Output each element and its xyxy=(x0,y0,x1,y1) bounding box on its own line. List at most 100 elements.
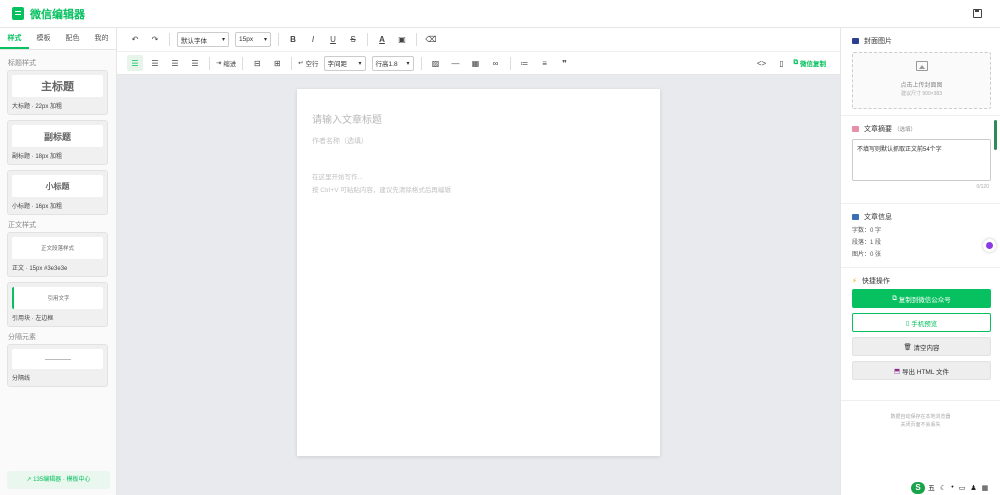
style-card-quote[interactable]: 引用文字 引用块 · 左边框 xyxy=(7,282,108,327)
cover-size-hint: 建议尺寸 900×383 xyxy=(901,91,942,97)
code-view-icon[interactable]: <> xyxy=(754,55,770,71)
toolbar-separator xyxy=(509,56,511,70)
font-family-select[interactable]: 默认字体 ▾ xyxy=(177,32,229,47)
quick-title: 快捷操作 xyxy=(861,278,890,285)
line-height-select[interactable]: 行高1.8 ▾ xyxy=(371,55,414,71)
line-height-value: 行高1.8 xyxy=(375,61,398,68)
align-center-icon[interactable]: ☰ xyxy=(147,55,163,71)
cover-heading: 封面图片 xyxy=(852,36,989,46)
panel-scrollbar[interactable] xyxy=(994,120,997,150)
article-title-input[interactable]: 请输入文章标题 xyxy=(312,111,382,126)
font-color-button[interactable]: A xyxy=(374,32,390,48)
outdent-icon[interactable]: ⊟ xyxy=(249,55,265,71)
strikethrough-button[interactable]: S xyxy=(345,32,361,48)
abstract-textarea[interactable]: 不填写则默认抓取正文前54个字 xyxy=(852,139,991,181)
toolbar-row-1: ↶ ↷ 默认字体 ▾ 15px ▾ B I U S A ▣ ⌫ xyxy=(117,28,840,52)
author-input[interactable]: 作者名称（选填） xyxy=(312,136,368,146)
image-placeholder-icon xyxy=(916,61,928,71)
tab-mine[interactable]: 我的 xyxy=(87,28,116,49)
clear-format-icon[interactable]: ⌫ xyxy=(423,32,439,48)
article-paper[interactable]: 请输入文章标题 作者名称（选填） 在这里开始写作... 按 Ctrl+V 可粘贴… xyxy=(297,89,660,456)
style-card-divider[interactable]: 分隔线 xyxy=(7,344,108,387)
return-icon: ↵ xyxy=(298,60,304,67)
export-html-button[interactable]: ⬒ 导出 HTML 文件 xyxy=(852,361,991,380)
wechat-copy-button[interactable]: ⧉ 微信复制 xyxy=(794,55,826,71)
card-caption: 分隔线 xyxy=(12,376,31,382)
style-tabs: 样式 模板 配色 我的 xyxy=(0,28,116,50)
clear-content-button[interactable]: 🗑 清空内容 xyxy=(852,337,991,356)
indent-button[interactable]: ⇥ 缩进 xyxy=(216,55,236,71)
style-card-h2[interactable]: 副标题 副标题 · 18px 加粗 xyxy=(7,120,108,165)
cover-image-icon xyxy=(852,38,859,44)
export-html-label: 导出 HTML 文件 xyxy=(901,368,950,376)
underline-button[interactable]: U xyxy=(325,32,341,48)
cover-upload-area[interactable]: 点击上传封面图 建议尺寸 900×383 xyxy=(852,52,991,109)
background-color-icon[interactable]: ▣ xyxy=(394,32,410,48)
chart-icon xyxy=(852,214,859,220)
table-icon[interactable]: ▦ xyxy=(468,55,484,71)
image-icon[interactable]: ▨ xyxy=(428,55,444,71)
abstract-counter: 0/120 xyxy=(976,184,989,190)
cover-upload-text: 点击上传封面图 xyxy=(900,83,943,89)
bold-button[interactable]: B xyxy=(285,32,301,48)
horizontal-rule-icon[interactable]: — xyxy=(448,55,464,71)
empty-line-button[interactable]: ↵ 空行 xyxy=(298,55,318,71)
indent-block-icon[interactable]: ⊞ xyxy=(269,55,285,71)
assistant-float-icon[interactable] xyxy=(983,239,996,252)
phone-icon: ▯ xyxy=(905,319,910,327)
top-bar: 微信编辑器 xyxy=(0,0,1000,28)
tab-templates[interactable]: 模板 xyxy=(29,28,58,49)
undo-icon[interactable]: ↶ xyxy=(127,32,143,48)
toolbar-separator xyxy=(242,56,244,70)
template-center-link[interactable]: ↗ 135编辑器 · 模板中心 xyxy=(7,471,110,489)
style-card-h1[interactable]: 主标题 大标题 · 22px 加粗 xyxy=(7,70,108,115)
card-caption: 引用块 · 左边框 xyxy=(12,316,54,322)
bullet-list-icon[interactable]: ≔ xyxy=(517,55,533,71)
info-heading: 文章信息 xyxy=(852,212,989,222)
body-placeholder-line-1[interactable]: 在这里开始写作... xyxy=(312,171,363,181)
moon-icon[interactable]: ☾ xyxy=(940,484,946,492)
mobile-preview-button[interactable]: ▯ 手机预览 xyxy=(852,313,991,332)
redo-icon[interactable]: ↷ xyxy=(147,32,163,48)
save-icon[interactable] xyxy=(973,9,982,18)
italic-button[interactable]: I xyxy=(305,32,321,48)
tab-styles[interactable]: 样式 xyxy=(0,28,29,49)
app-title: 微信编辑器 xyxy=(30,8,85,21)
ime-mode-label[interactable]: 五 xyxy=(928,483,935,493)
quote-icon[interactable]: ❞ xyxy=(557,55,573,71)
section-title-styles: 标题样式 xyxy=(8,60,36,67)
align-right-icon[interactable]: ☰ xyxy=(167,55,183,71)
body-placeholder-line-2[interactable]: 按 Ctrl+V 可粘贴内容，建议先清除格式后再编辑 xyxy=(312,184,451,194)
letter-spacing-select[interactable]: 字间距 ▾ xyxy=(323,55,366,71)
quick-heading: ⚡ 快捷操作 xyxy=(852,276,989,286)
ime-logo[interactable]: S xyxy=(911,481,925,494)
skin-icon[interactable]: ♟ xyxy=(970,484,976,492)
keyboard-icon[interactable]: ▭ xyxy=(959,484,966,492)
link-icon[interactable]: ∞ xyxy=(488,55,504,71)
info-title: 文章信息 xyxy=(864,214,892,221)
card-caption: 大标题 · 22px 加粗 xyxy=(12,104,63,110)
punctuation-icon[interactable]: • xyxy=(951,484,953,491)
paragraph-count: 段落：1 段 xyxy=(852,240,882,246)
toolbar-separator xyxy=(291,56,293,70)
toolbar-separator xyxy=(416,33,417,46)
copy-to-wechat-button[interactable]: ⧉ 复制到微信公众号 xyxy=(852,289,991,308)
edit-icon xyxy=(852,126,859,132)
mobile-preview-icon[interactable]: ▯ xyxy=(774,55,790,71)
info-section: 文章信息 字数：0 字 段落：1 段 图片：0 张 xyxy=(841,204,1000,268)
align-justify-icon[interactable]: ☰ xyxy=(187,55,203,71)
wechat-copy-label: 微信复制 xyxy=(800,61,826,68)
style-card-body[interactable]: 正文段落样式 正文 · 15px #3e3e3e xyxy=(7,232,108,277)
font-size-select[interactable]: 15px ▾ xyxy=(235,32,271,47)
section-body-styles: 正文样式 xyxy=(8,222,36,229)
tab-colors[interactable]: 配色 xyxy=(58,28,87,49)
grid-icon[interactable]: ▦ xyxy=(982,484,989,492)
numbered-list-icon[interactable]: ≡ xyxy=(537,55,553,71)
editor-canvas: 请输入文章标题 作者名称（选填） 在这里开始写作... 按 Ctrl+V 可粘贴… xyxy=(117,75,840,495)
font-family-value: 默认字体 xyxy=(181,37,207,45)
ime-toolbar: S 五 ☾ • ▭ ♟ ▦ xyxy=(911,480,1000,495)
style-panel: 样式 模板 配色 我的 标题样式 主标题 大标题 · 22px 加粗 副标题 副… xyxy=(0,28,117,495)
align-left-icon[interactable]: ☰ xyxy=(127,55,143,71)
card-caption: 副标题 · 18px 加粗 xyxy=(12,154,63,160)
style-card-h3[interactable]: 小标题 小标题 · 16px 加粗 xyxy=(7,170,108,215)
